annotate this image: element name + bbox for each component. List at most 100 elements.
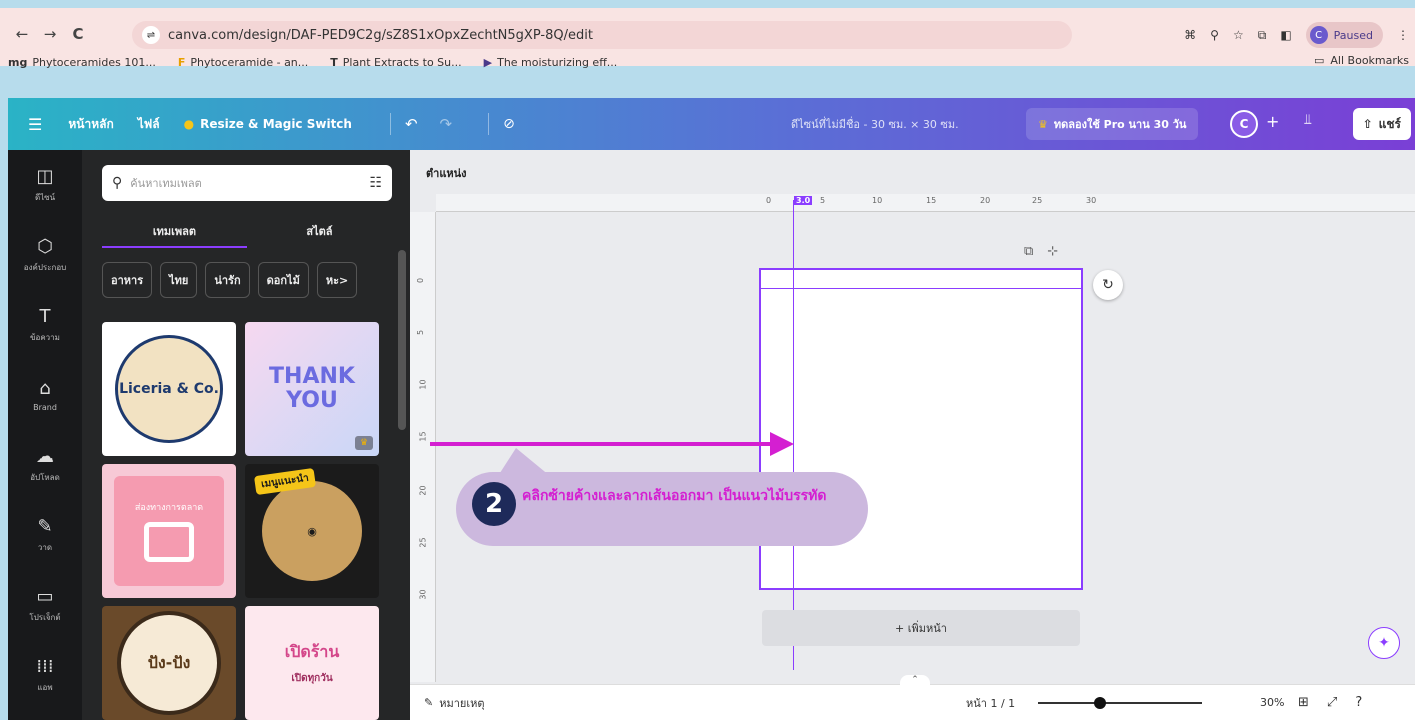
translate-icon[interactable]: ⌘ — [1184, 28, 1196, 42]
grid-view-icon[interactable]: ⊞ — [1298, 695, 1309, 710]
notes-icon: ✎ — [424, 696, 434, 709]
reload-icon[interactable]: C — [64, 20, 92, 48]
horizontal-guide[interactable] — [761, 288, 1081, 289]
draw-icon: ✎ — [37, 516, 53, 537]
template-search[interactable]: ⚲ ค้นหาเทมเพลต ☷ — [102, 165, 392, 201]
zoom-value[interactable]: 30% — [1260, 696, 1284, 709]
chip-thai[interactable]: ไทย — [160, 262, 198, 298]
help-icon[interactable]: ? — [1355, 695, 1362, 710]
ruler-tick: 0 — [416, 277, 426, 284]
browser-menu-icon[interactable]: ⋮ — [1397, 28, 1409, 42]
cloud-saved-icon[interactable]: ⊘ — [503, 116, 515, 132]
add-collaborator-icon[interactable]: + — [1266, 112, 1279, 131]
bookmark-label: Phytoceramides 101... — [32, 55, 156, 69]
rail-label: แอพ — [37, 683, 53, 692]
rail-label: โปรเจ็กต์ — [29, 613, 61, 622]
bookmark-label: Phytoceramide - an... — [190, 55, 309, 69]
bookmark-star-icon[interactable]: ☆ — [1233, 28, 1244, 42]
avatar[interactable]: C — [1230, 110, 1258, 138]
chip-flower[interactable]: ดอกไม้ — [257, 262, 309, 298]
template-tile[interactable]: ปัง-ปัง — [102, 606, 236, 720]
template-tile[interactable]: เปิดร้าน เปิดทุกวัน — [245, 606, 379, 720]
file-menu[interactable]: ไฟล์ — [138, 115, 160, 134]
profile-status: Paused — [1333, 28, 1373, 42]
expand-pages-icon[interactable]: ⌃ — [900, 675, 930, 689]
text-icon: T — [39, 306, 51, 327]
fullscreen-icon[interactable]: ⤢ — [1327, 695, 1337, 710]
template-tile[interactable]: Liceria & Co. — [102, 322, 236, 456]
bookmark-favicon: F — [177, 55, 186, 69]
filter-icon[interactable]: ☷ — [369, 175, 382, 191]
chip-more[interactable]: หะ> — [316, 262, 358, 298]
elements-icon: ⬡ — [37, 236, 53, 257]
chip-food[interactable]: อาหาร — [102, 262, 153, 298]
rotate-icon[interactable]: ↻ — [1093, 270, 1123, 300]
template-bakery: ปัง-ปัง — [117, 611, 221, 715]
tab-templates[interactable]: เทมเพลต — [102, 216, 247, 248]
rail-brand[interactable]: ⌂ Brand — [8, 360, 82, 430]
panel-tabs: เทมเพลต สไตล์ — [102, 216, 392, 248]
bookmark-2[interactable]: F Phytoceramide - an... — [178, 56, 308, 69]
rail-label: Brand — [33, 403, 57, 412]
redo-icon[interactable]: ↷ — [440, 115, 453, 133]
page-indicator[interactable]: หน้า 1 / 1 — [966, 694, 1015, 712]
side-panel-icon[interactable]: ◧ — [1280, 28, 1291, 42]
forward-icon[interactable]: → — [36, 20, 64, 48]
try-pro-button[interactable]: ♛ ทดลองใช้ Pro นาน 30 วัน — [1026, 108, 1199, 140]
panel-scrollbar[interactable] — [398, 250, 406, 430]
food-image: ◉ — [262, 481, 362, 581]
magic-assistant-icon[interactable]: ✦ — [1368, 627, 1400, 659]
bookmark-1[interactable]: mg Phytoceramides 101... — [8, 56, 156, 69]
all-bookmarks-button[interactable]: ▭ All Bookmarks — [1314, 54, 1409, 67]
menu-icon[interactable]: ☰ — [28, 115, 42, 134]
bookmark-4[interactable]: ▶ The moisturizing eff... — [484, 56, 618, 69]
zoom-knob[interactable] — [1094, 697, 1107, 709]
rail-uploads[interactable]: ☁ อัปโหลด — [8, 430, 82, 500]
address-bar[interactable]: ⇌ canva.com/design/DAF-PED9C2g/sZ8S1xOpx… — [132, 21, 1072, 49]
back-icon[interactable]: ← — [8, 20, 36, 48]
vertical-ruler[interactable]: 0 5 10 15 20 25 30 — [410, 212, 436, 682]
rail-text[interactable]: T ข้อความ — [8, 290, 82, 360]
ruler-tick: 0 — [766, 196, 772, 205]
rail-label: วาด — [37, 543, 53, 552]
notes-button[interactable]: ✎ หมายเหตุ — [424, 694, 485, 712]
duplicate-page-icon[interactable]: ⧉ — [1024, 244, 1033, 259]
design-title[interactable]: ดีไซน์ที่ไม่มีชื่อ - 30 ซม. × 30 ซม. — [791, 115, 959, 133]
rail-design[interactable]: ◫ ดีไซน์ — [8, 150, 82, 220]
rail-projects[interactable]: ▭ โปรเจ็กต์ — [8, 570, 82, 640]
undo-icon[interactable]: ↶ — [405, 115, 418, 133]
ruler-tick: 30 — [1086, 196, 1097, 205]
template-tile[interactable]: THANK YOU ♛ — [245, 322, 379, 456]
profile-avatar: C — [1309, 26, 1328, 44]
position-label[interactable]: ตำแหน่ง — [426, 164, 467, 182]
chip-cute[interactable]: น่ารัก — [205, 262, 250, 298]
bookmark-3[interactable]: T Plant Extracts to Su... — [330, 56, 461, 69]
tab-styles[interactable]: สไตล์ — [247, 216, 392, 248]
rail-label: ดีไซน์ — [34, 193, 56, 202]
browser-controls: ⌘ ⚲ ☆ ⧉ ◧ C Paused ⋮ — [1184, 22, 1409, 48]
template-tile[interactable]: เมนูแนะนำ ◉ — [245, 464, 379, 598]
share-button[interactable]: ⇧ แชร์ — [1352, 108, 1411, 140]
zoom-icon[interactable]: ⚲ — [1210, 28, 1219, 42]
tutorial-arrow-head — [770, 432, 794, 456]
insights-icon[interactable]: ⫫ — [1304, 112, 1312, 128]
zoom-slider[interactable] — [1038, 697, 1202, 709]
ruler-tick: 15 — [926, 196, 937, 205]
search-input[interactable]: ค้นหาเทมเพลต — [130, 174, 201, 192]
rail-draw[interactable]: ✎ วาด — [8, 500, 82, 570]
template-tile[interactable]: ส่องทางการตลาด — [102, 464, 236, 598]
ruler-tick: 25 — [418, 537, 428, 548]
add-page-icon[interactable]: ⊹ — [1047, 244, 1058, 259]
site-info-icon[interactable]: ⇌ — [142, 26, 160, 44]
template-title: เปิดร้าน — [284, 642, 340, 661]
brand-icon: ⌂ — [39, 378, 51, 399]
home-button[interactable]: หน้าหลัก — [68, 115, 113, 134]
rail-apps[interactable]: ⁞⁞⁞ แอพ — [8, 640, 82, 710]
callout-text: คลิกซ้ายค้างและลากเส้นออกมา เป็นแนวไม้บร… — [522, 488, 827, 504]
rail-elements[interactable]: ⬡ องค์ประกอบ — [8, 220, 82, 290]
horizontal-ruler[interactable]: 0 3.0 5 10 15 20 25 30 — [436, 194, 1415, 212]
extensions-icon[interactable]: ⧉ — [1258, 28, 1267, 43]
profile-button[interactable]: C Paused — [1305, 22, 1383, 48]
add-page-button[interactable]: + เพิ่มหน้า — [762, 610, 1080, 646]
resize-button[interactable]: ● Resize & Magic Switch — [184, 117, 352, 131]
